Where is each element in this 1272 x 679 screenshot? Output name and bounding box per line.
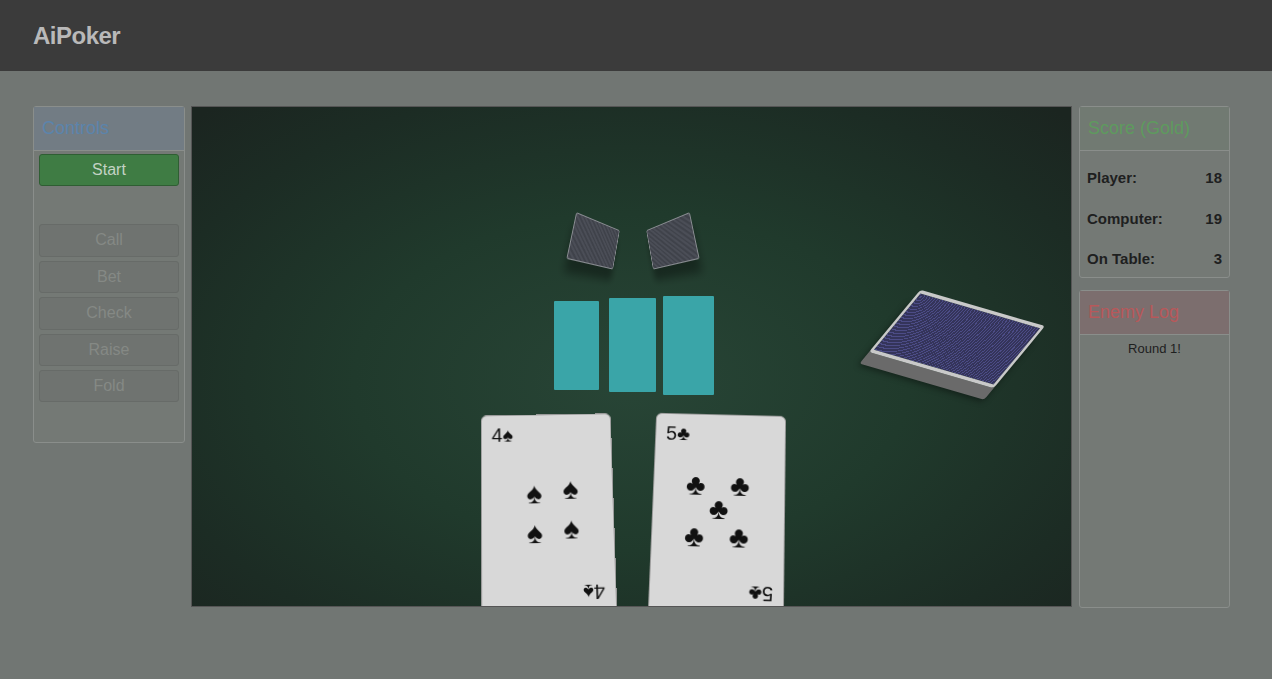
fold-button: Fold	[39, 370, 179, 402]
card-rank: 4	[594, 580, 606, 603]
raise-button: Raise	[39, 334, 179, 366]
card-deck[interactable]	[869, 290, 1045, 388]
card-corner: 4♠	[492, 425, 513, 444]
score-value: 18	[1205, 167, 1222, 190]
enemy-log-panel: Enemy Log Round 1!	[1079, 290, 1230, 608]
brand-logo[interactable]: AiPoker	[33, 18, 120, 54]
suit-pip: ♣	[686, 470, 706, 500]
card-corner: 4♠	[583, 581, 606, 602]
score-label: Computer:	[1087, 208, 1163, 231]
bet-button: Bet	[39, 261, 179, 293]
suit-pip: ♣	[730, 471, 750, 501]
controls-title: Controls	[34, 107, 184, 151]
score-panel: Score (Gold) Player: 18 Computer: 19 On Tabl…	[1079, 106, 1230, 278]
score-row: Player: 18	[1087, 167, 1222, 190]
poker-table: 4♠4♠♠♠♠♠5♣5♣♣♣♣♣♣	[191, 106, 1072, 607]
score-value: 3	[1214, 248, 1222, 271]
card-corner: 5♣	[666, 423, 690, 443]
community-card-slot	[663, 296, 714, 395]
enemy-log-title: Enemy Log	[1080, 291, 1229, 335]
controls-panel: Controls Start Call Bet Check Raise Fold	[33, 106, 185, 443]
start-button[interactable]: Start	[39, 154, 179, 186]
card-suit: ♣	[748, 582, 762, 605]
score-title: Score (Gold)	[1080, 107, 1229, 151]
card-rank: 5	[761, 583, 773, 606]
player-card: 4♠4♠♠♠♠♠	[481, 413, 618, 607]
score-row: Computer: 19	[1087, 208, 1222, 231]
card-rank: 5	[666, 422, 678, 443]
card-corner: 5♣	[748, 583, 773, 604]
card-suit: ♠	[583, 581, 594, 604]
score-label: On Table:	[1087, 248, 1155, 271]
score-row: On Table: 3	[1087, 248, 1222, 271]
card-rank: 4	[492, 425, 503, 446]
check-button: Check	[39, 297, 179, 329]
opponent-card	[566, 212, 619, 270]
top-navbar: AiPoker	[0, 0, 1272, 71]
suit-pip: ♣	[729, 522, 749, 553]
score-value: 19	[1205, 208, 1222, 231]
suit-pip: ♣	[684, 521, 705, 552]
suit-pip: ♠	[562, 474, 579, 504]
score-label: Player:	[1087, 167, 1137, 190]
community-card-slot	[554, 301, 599, 390]
player-card: 5♣5♣♣♣♣♣♣	[648, 413, 786, 607]
opponent-card	[646, 212, 699, 270]
suit-pip: ♠	[563, 514, 580, 544]
suit-pip: ♣	[708, 494, 728, 524]
card-suit: ♠	[502, 424, 513, 445]
suit-pip: ♠	[526, 518, 542, 548]
card-suit: ♣	[677, 423, 691, 444]
suit-pip: ♠	[526, 479, 542, 509]
community-card-slot	[609, 298, 656, 392]
call-button: Call	[39, 224, 179, 256]
log-entry: Round 1!	[1086, 339, 1223, 359]
